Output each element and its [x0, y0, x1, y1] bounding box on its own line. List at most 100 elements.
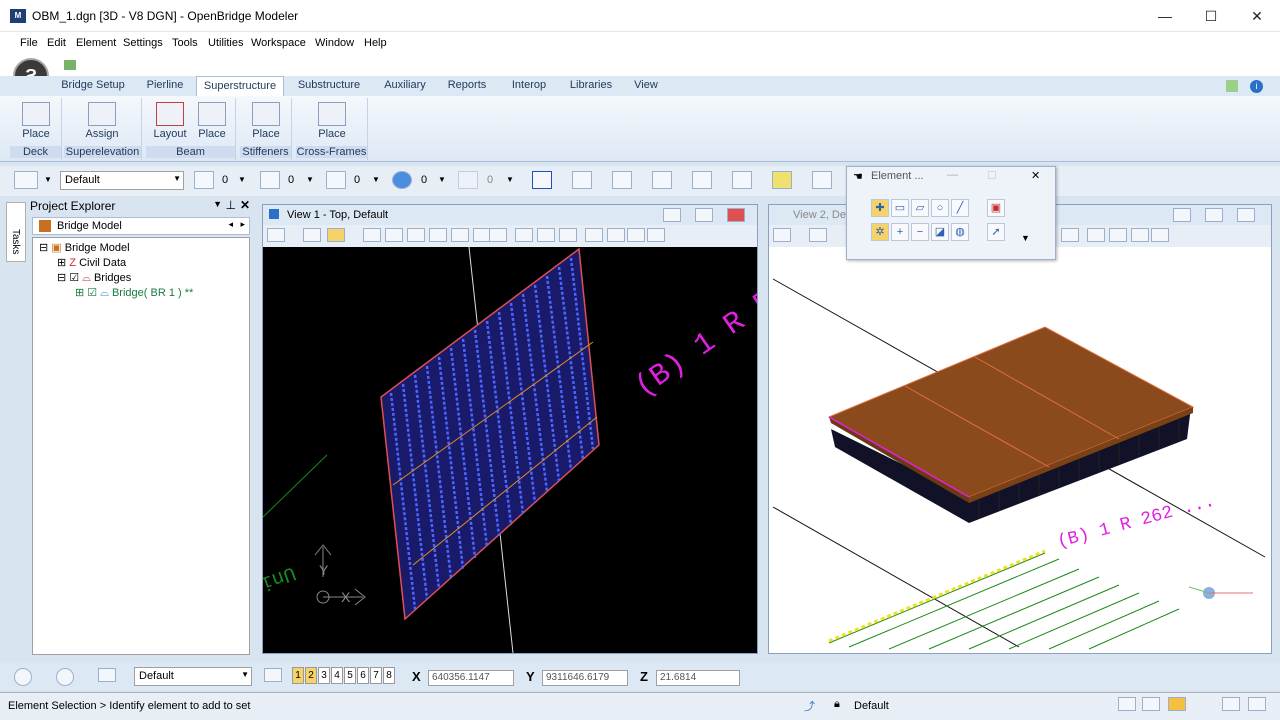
bottom-level-combo[interactable]: Default ▼	[134, 667, 252, 686]
snap-icon[interactable]	[812, 171, 832, 189]
view-toggle-1[interactable]: 1	[292, 667, 304, 684]
tab-superstructure[interactable]: Superstructure	[196, 76, 284, 97]
view-toggle-3[interactable]: 3	[318, 667, 330, 684]
layout-beam-button[interactable]: Layout	[150, 100, 190, 144]
menu-workspace[interactable]: Workspace	[251, 37, 306, 49]
place-stiffeners-button[interactable]: Place	[246, 100, 286, 144]
tab-substructure[interactable]: Substructure	[292, 76, 366, 96]
tree-item-bridges[interactable]: ⊟ ☑ ⌓ Bridges	[57, 271, 131, 285]
camera-icon[interactable]	[627, 228, 645, 242]
tab-auxiliary[interactable]: Auxiliary	[378, 76, 432, 96]
bridge-model-tab[interactable]: Bridge Model ◂ ▸	[32, 217, 250, 235]
accudraw-icon[interactable]	[532, 171, 552, 189]
view-2-settings-icon[interactable]	[1151, 228, 1169, 242]
window-area-icon[interactable]	[429, 228, 447, 242]
z-coordinate-field[interactable]: 21.6814	[656, 670, 740, 686]
block-select-icon[interactable]: ▭	[891, 199, 909, 217]
tab-next-arrow[interactable]: ▸	[240, 219, 245, 230]
pin-icon[interactable]: ⊥	[226, 198, 236, 212]
quick-access-icon[interactable]	[64, 60, 76, 70]
menu-element[interactable]: Element	[76, 37, 116, 49]
view-2-canvas[interactable]: (B) 1 R 262 ...	[769, 247, 1271, 653]
tree-item-bridge-br1[interactable]: ⊞ ☑ ⌓ Bridge( BR 1 ) **	[75, 286, 193, 300]
invert-selection-icon[interactable]: ◪	[931, 223, 949, 241]
menu-settings[interactable]: Settings	[123, 37, 163, 49]
line-style-icon[interactable]	[260, 171, 280, 189]
view-toggle-7[interactable]: 7	[370, 667, 382, 684]
view-settings-icon[interactable]	[647, 228, 665, 242]
tasks-side-tab[interactable]: Tasks	[6, 202, 26, 262]
view-1-close[interactable]	[727, 208, 745, 222]
view-1-canvas[interactable]: (B) 1 R 5 Unit (BR Y X	[263, 247, 757, 653]
minimize-button[interactable]: —	[1142, 0, 1188, 32]
line-select-icon[interactable]: ╱	[951, 199, 969, 217]
fit-view-icon[interactable]	[451, 228, 469, 242]
tree-item-civil-data[interactable]: ⊞ Z Civil Data	[57, 256, 126, 269]
view-attributes-tool-icon[interactable]	[267, 228, 285, 242]
view-1-window[interactable]: View 1 - Top, Default (B) 1 R 5 Unit Y X	[262, 204, 758, 654]
level-display-icon[interactable]	[772, 171, 792, 189]
color-icon[interactable]	[194, 171, 214, 189]
status-panel-icon[interactable]	[1248, 697, 1266, 711]
pointer-mode-icon[interactable]: ➚	[987, 223, 1005, 241]
view-2-clip-icon[interactable]	[1061, 228, 1079, 242]
panel-menu-icon[interactable]: ▼	[213, 199, 222, 209]
clear-selection-icon[interactable]: ◍	[951, 223, 969, 241]
layers-icon[interactable]	[732, 171, 752, 189]
pan-view-icon[interactable]	[489, 228, 507, 242]
view-toggle-4[interactable]: 4	[331, 667, 343, 684]
lighting-icon[interactable]	[327, 228, 345, 242]
tab-libraries[interactable]: Libraries	[564, 76, 618, 96]
new-selection-icon[interactable]: ✲	[871, 223, 889, 241]
individual-select-icon[interactable]: ✚	[871, 199, 889, 217]
back-icon[interactable]	[14, 668, 32, 686]
design-history-icon[interactable]	[1142, 697, 1160, 711]
view-2-display-style-icon[interactable]	[809, 228, 827, 242]
view-previous-icon[interactable]	[515, 228, 533, 242]
view-1-minimize[interactable]	[663, 208, 681, 222]
tree-item-bridge-model[interactable]: ⊟ ▣ Bridge Model	[39, 241, 130, 254]
view-next-icon[interactable]	[537, 228, 555, 242]
zoom-out-icon[interactable]	[407, 228, 425, 242]
shape-select-icon[interactable]: ▱	[911, 199, 929, 217]
message-center-icon[interactable]	[1222, 697, 1240, 711]
dialog-maximize[interactable]: ☐	[987, 169, 997, 182]
models-icon[interactable]	[612, 171, 632, 189]
view-2-window[interactable]: View 2, Def (B) 1 R 262 ...	[768, 204, 1272, 654]
zoom-in-icon[interactable]	[385, 228, 403, 242]
y-coordinate-field[interactable]: 9311646.6179	[542, 670, 628, 686]
view-toggle-2[interactable]: 2	[305, 667, 317, 684]
home-icon[interactable]	[1168, 697, 1186, 711]
forward-icon[interactable]	[56, 668, 74, 686]
dialog-expand-icon[interactable]: ▼	[1021, 233, 1030, 243]
level-combo[interactable]: Default ▼	[60, 171, 184, 190]
view-rotation-icon[interactable]	[585, 228, 603, 242]
place-deck-button[interactable]: Place	[16, 100, 56, 144]
menu-edit[interactable]: Edit	[47, 37, 66, 49]
document-icon[interactable]	[572, 171, 592, 189]
view-toggle-5[interactable]: 5	[344, 667, 356, 684]
maximize-button[interactable]: ☐	[1188, 0, 1234, 32]
dialog-minimize[interactable]: —	[947, 169, 958, 181]
menu-tools[interactable]: Tools	[172, 37, 198, 49]
view-2-close[interactable]	[1237, 208, 1255, 222]
circle-select-icon[interactable]: ○	[931, 199, 949, 217]
tab-prev-arrow[interactable]: ◂	[228, 219, 233, 230]
menu-utilities[interactable]: Utilities	[208, 37, 243, 49]
close-button[interactable]: ✕	[1234, 0, 1280, 32]
view-groups-icon[interactable]	[264, 668, 282, 682]
line-weight-icon[interactable]	[326, 171, 346, 189]
panel-close-icon[interactable]: ✕	[240, 198, 250, 212]
view-attributes-icon[interactable]	[14, 171, 38, 189]
add-selection-icon[interactable]: +	[891, 223, 909, 241]
menu-file[interactable]: File	[20, 37, 38, 49]
dialog-close[interactable]: ✕	[1031, 169, 1040, 182]
help-info-icon[interactable]: i	[1250, 80, 1263, 93]
tab-reports[interactable]: Reports	[442, 76, 492, 96]
assign-superelevation-button[interactable]: Assign	[82, 100, 122, 144]
view-2-maximize[interactable]	[1205, 208, 1223, 222]
view-1-maximize[interactable]	[695, 208, 713, 222]
lock-icon[interactable]: 🔒︎	[834, 698, 840, 711]
tab-pierline[interactable]: Pierline	[140, 76, 190, 96]
view-2-camera-icon[interactable]	[1131, 228, 1149, 242]
